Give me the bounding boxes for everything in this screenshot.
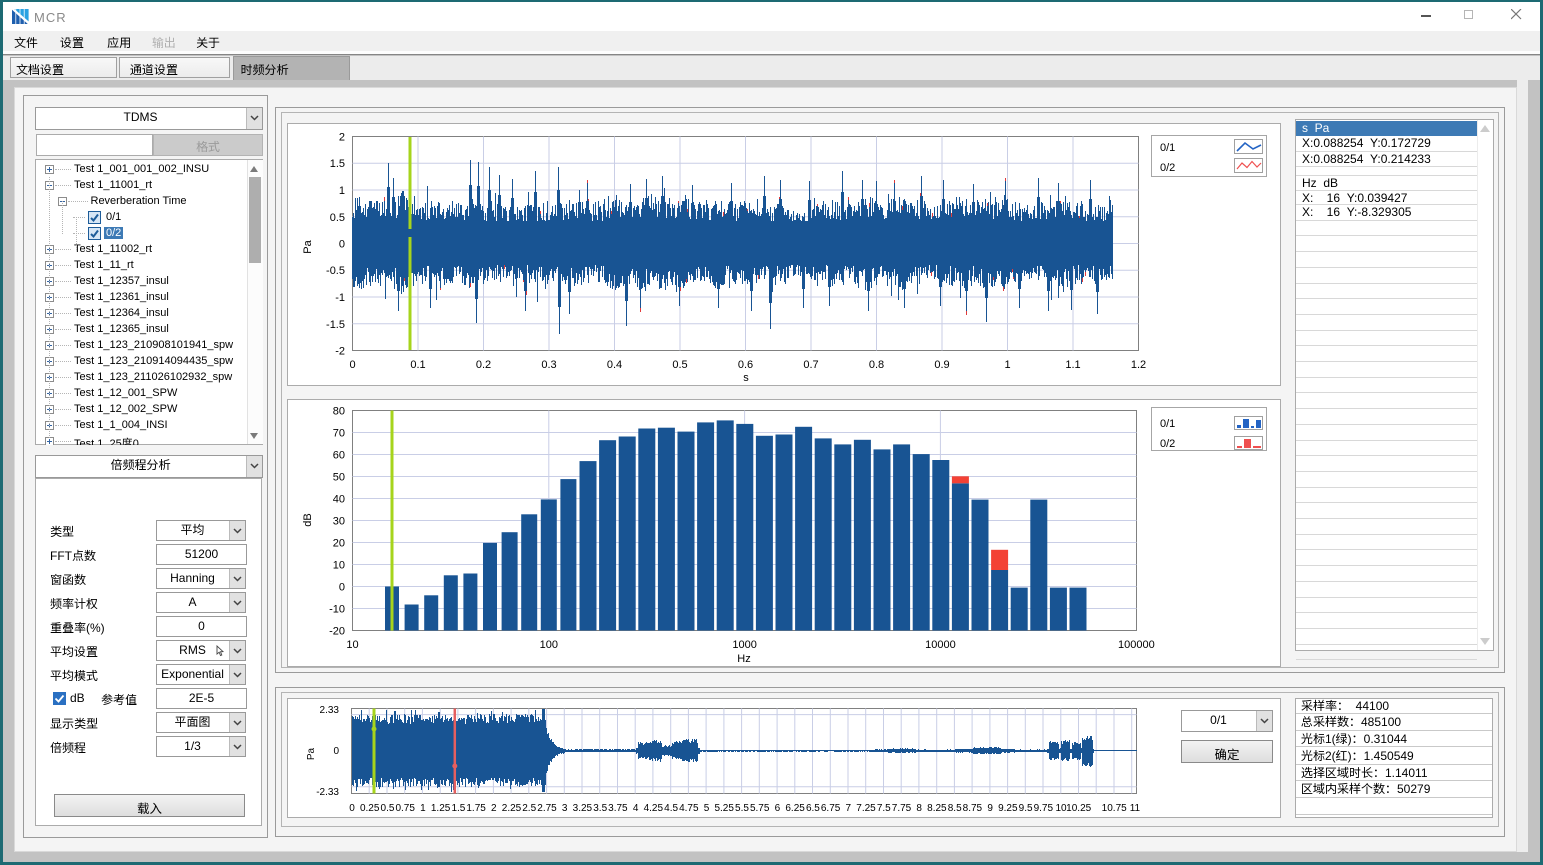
- svg-text:1.5: 1.5: [330, 158, 345, 170]
- svg-text:3: 3: [562, 803, 568, 814]
- svg-text:9.5: 9.5: [1019, 803, 1033, 814]
- svg-text:5.75: 5.75: [750, 803, 770, 814]
- svg-text:100: 100: [540, 639, 558, 651]
- svg-text:-10: -10: [329, 604, 345, 616]
- svg-text:4: 4: [633, 803, 639, 814]
- svg-text:0.5: 0.5: [381, 803, 395, 814]
- svg-text:2: 2: [491, 803, 497, 814]
- svg-text:-0.5: -0.5: [326, 265, 345, 277]
- svg-text:-1: -1: [335, 292, 345, 304]
- svg-text:10000: 10000: [925, 639, 956, 651]
- svg-text:6.25: 6.25: [785, 803, 805, 814]
- svg-text:-2: -2: [335, 346, 345, 358]
- svg-text:6.75: 6.75: [821, 803, 841, 814]
- svg-text:1.25: 1.25: [431, 803, 451, 814]
- svg-text:0.3: 0.3: [541, 359, 556, 371]
- svg-text:0: 0: [349, 359, 355, 371]
- svg-text:1.2: 1.2: [1131, 359, 1146, 371]
- svg-text:8.75: 8.75: [963, 803, 983, 814]
- svg-text:0.75: 0.75: [395, 803, 415, 814]
- svg-text:7: 7: [846, 803, 852, 814]
- svg-text:0: 0: [339, 239, 345, 251]
- svg-text:0.8: 0.8: [869, 359, 884, 371]
- svg-text:dB: dB: [302, 513, 314, 526]
- svg-text:8.5: 8.5: [948, 803, 962, 814]
- svg-text:9.75: 9.75: [1034, 803, 1054, 814]
- svg-text:0/1: 0/1: [1160, 418, 1175, 430]
- svg-text:60: 60: [333, 450, 345, 462]
- svg-text:7.25: 7.25: [856, 803, 876, 814]
- svg-text:7.5: 7.5: [877, 803, 891, 814]
- svg-text:1: 1: [1004, 359, 1010, 371]
- svg-text:-2.33: -2.33: [316, 787, 339, 798]
- svg-text:0.5: 0.5: [672, 359, 687, 371]
- svg-text:4.75: 4.75: [679, 803, 699, 814]
- svg-text:0/1: 0/1: [1160, 142, 1175, 154]
- svg-text:0/2: 0/2: [1160, 162, 1175, 174]
- svg-text:-20: -20: [329, 626, 345, 638]
- svg-text:s: s: [743, 372, 749, 384]
- svg-text:2.25: 2.25: [502, 803, 522, 814]
- svg-text:30: 30: [333, 516, 345, 528]
- svg-text:5: 5: [704, 803, 710, 814]
- svg-text:40: 40: [333, 494, 345, 506]
- svg-text:0: 0: [339, 582, 345, 594]
- svg-text:6.5: 6.5: [806, 803, 820, 814]
- svg-text:0.5: 0.5: [330, 212, 345, 224]
- svg-text:Pa: Pa: [306, 747, 317, 760]
- svg-text:5.5: 5.5: [735, 803, 749, 814]
- svg-text:0.2: 0.2: [476, 359, 491, 371]
- svg-text:Pa: Pa: [302, 239, 314, 253]
- svg-text:10.75: 10.75: [1102, 803, 1127, 814]
- svg-text:8.25: 8.25: [927, 803, 947, 814]
- svg-text:2.5: 2.5: [522, 803, 536, 814]
- svg-text:0/2: 0/2: [1160, 438, 1175, 450]
- svg-text:10: 10: [333, 560, 345, 572]
- svg-text:0: 0: [349, 803, 355, 814]
- svg-text:3.25: 3.25: [573, 803, 593, 814]
- svg-text:Hz: Hz: [737, 653, 750, 665]
- svg-text:1: 1: [420, 803, 426, 814]
- svg-text:0.9: 0.9: [934, 359, 949, 371]
- svg-text:2.75: 2.75: [537, 803, 557, 814]
- svg-text:50: 50: [333, 472, 345, 484]
- svg-text:4.5: 4.5: [664, 803, 678, 814]
- svg-text:1: 1: [339, 185, 345, 197]
- svg-text:4.25: 4.25: [644, 803, 664, 814]
- svg-text:0: 0: [333, 746, 339, 757]
- svg-text:3.75: 3.75: [608, 803, 628, 814]
- svg-text:5.25: 5.25: [714, 803, 734, 814]
- svg-text:10: 10: [346, 639, 358, 651]
- svg-text:8: 8: [916, 803, 922, 814]
- svg-text:1000: 1000: [732, 639, 756, 651]
- svg-text:9: 9: [987, 803, 993, 814]
- svg-text:1.5: 1.5: [451, 803, 465, 814]
- svg-text:3.5: 3.5: [593, 803, 607, 814]
- svg-text:6: 6: [775, 803, 781, 814]
- svg-text:10.25: 10.25: [1066, 803, 1091, 814]
- svg-text:11: 11: [1130, 803, 1141, 814]
- svg-text:20: 20: [333, 538, 345, 550]
- svg-text:0.1: 0.1: [410, 359, 425, 371]
- svg-text:0.4: 0.4: [607, 359, 622, 371]
- svg-text:0.25: 0.25: [360, 803, 380, 814]
- svg-text:9.25: 9.25: [998, 803, 1018, 814]
- svg-text:-1.5: -1.5: [326, 319, 345, 331]
- svg-text:2: 2: [339, 132, 345, 144]
- svg-text:1.75: 1.75: [466, 803, 486, 814]
- svg-text:0.6: 0.6: [738, 359, 753, 371]
- svg-text:100000: 100000: [1118, 639, 1155, 651]
- svg-text:70: 70: [333, 428, 345, 440]
- svg-text:1.1: 1.1: [1065, 359, 1080, 371]
- svg-text:0.7: 0.7: [803, 359, 818, 371]
- svg-text:80: 80: [333, 406, 345, 418]
- svg-text:7.75: 7.75: [892, 803, 912, 814]
- svg-text:2.33: 2.33: [320, 705, 340, 716]
